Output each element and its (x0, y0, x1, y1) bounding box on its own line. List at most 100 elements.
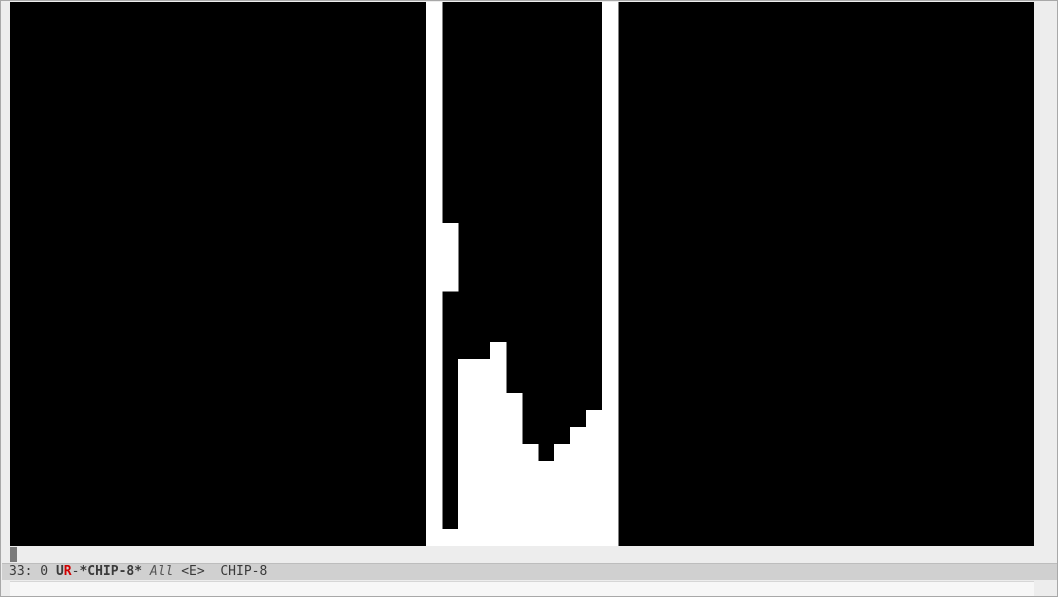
chip8-pixel (426, 53, 443, 71)
chip8-pixel (522, 461, 539, 479)
chip8-pixel (426, 36, 443, 54)
chip8-pixel (602, 376, 619, 394)
chip8-pixel (490, 478, 507, 496)
chip8-pixel (458, 512, 475, 530)
chip8-pixel (474, 512, 491, 530)
chip8-pixel (586, 427, 603, 445)
chip8-pixel (426, 291, 443, 309)
chip8-pixel (458, 393, 475, 411)
chip8-pixel (522, 495, 539, 513)
chip8-pixel (554, 529, 571, 546)
chip8-pixel (426, 19, 443, 37)
chip8-pixel (426, 138, 443, 156)
chip8-pixel (602, 393, 619, 411)
minibuffer[interactable] (10, 581, 1034, 596)
chip8-pixel (458, 529, 475, 546)
chip8-pixel (602, 359, 619, 377)
chip8-pixel (602, 70, 619, 88)
chip8-pixel (554, 461, 571, 479)
chip8-pixel (490, 444, 507, 462)
chip8-pixel (458, 444, 475, 462)
text-cursor (10, 547, 17, 562)
chip8-pixel (426, 87, 443, 105)
chip8-pixel (426, 70, 443, 88)
chip8-pixel (602, 121, 619, 139)
chip8-pixel (458, 359, 475, 377)
chip8-pixel (538, 461, 555, 479)
chip8-pixel (586, 495, 603, 513)
chip8-pixel (426, 257, 443, 275)
chip8-pixel (426, 495, 443, 513)
chip8-pixel (522, 444, 539, 462)
chip8-pixel (602, 478, 619, 496)
mode-line[interactable]: 33: 0 UR-*CHIP-8* All <E> CHIP-8 (2, 563, 1057, 580)
chip8-pixel (474, 427, 491, 445)
chip8-display[interactable] (10, 2, 1034, 546)
chip8-pixel (442, 223, 459, 241)
chip8-pixel (442, 240, 459, 258)
emacs-frame: 33: 0 UR-*CHIP-8* All <E> CHIP-8 (0, 0, 1058, 597)
chip8-pixel (602, 427, 619, 445)
chip8-pixel (602, 206, 619, 224)
chip8-pixel (474, 359, 491, 377)
chip8-pixel (602, 53, 619, 71)
chip8-pixel (602, 529, 619, 546)
mode-line-major-mode[interactable]: CHIP-8 (220, 564, 267, 579)
chip8-pixel (426, 2, 443, 20)
chip8-pixel (426, 240, 443, 258)
chip8-pixel (554, 512, 571, 530)
chip8-pixel (426, 376, 443, 394)
chip8-pixel (490, 512, 507, 530)
chip8-pixel (474, 376, 491, 394)
mode-line-buffer-name[interactable]: *CHIP-8* (79, 564, 142, 579)
chip8-pixel (538, 495, 555, 513)
chip8-pixel (458, 478, 475, 496)
mode-line-scroll-indicator: All (149, 564, 174, 579)
chip8-pixel (570, 478, 587, 496)
chip8-pixel (506, 495, 523, 513)
chip8-pixel (602, 87, 619, 105)
chip8-pixel (586, 410, 603, 428)
chip8-pixel (602, 189, 619, 207)
chip8-pixel (602, 138, 619, 156)
chip8-pixel (602, 444, 619, 462)
chip8-pixel-canvas (426, 2, 619, 546)
right-fringe (1034, 2, 1056, 546)
chip8-pixel (490, 529, 507, 546)
chip8-pixel (586, 529, 603, 546)
mode-line-modified-flag[interactable]: R (64, 564, 72, 579)
mode-line-coding-system[interactable]: U (56, 564, 64, 579)
chip8-pixel (426, 478, 443, 496)
chip8-pixel (506, 478, 523, 496)
chip8-pixel (426, 325, 443, 343)
chip8-pixel (602, 461, 619, 479)
chip8-pixel (474, 410, 491, 428)
chip8-pixel (458, 376, 475, 394)
chip8-pixel (474, 393, 491, 411)
chip8-pixel (490, 342, 507, 360)
chip8-pixel (426, 427, 443, 445)
chip8-pixel (570, 461, 587, 479)
chip8-pixel (602, 410, 619, 428)
chip8-pixel (458, 427, 475, 445)
chip8-pixel (490, 359, 507, 377)
chip8-pixel (506, 529, 523, 546)
chip8-pixel (458, 410, 475, 428)
chip8-pixel (602, 240, 619, 258)
chip8-pixel (474, 461, 491, 479)
chip8-pixel (426, 359, 443, 377)
chip8-pixel (490, 495, 507, 513)
chip8-pixel (522, 512, 539, 530)
chip8-pixel (442, 257, 459, 275)
chip8-pixel (602, 104, 619, 122)
chip8-pixel (458, 495, 475, 513)
chip8-pixel (474, 495, 491, 513)
mode-line-position: 33: 0 (9, 564, 49, 579)
chip8-pixel (506, 461, 523, 479)
chip8-pixel (602, 172, 619, 190)
mode-line-evil-state[interactable]: <E> (181, 564, 204, 579)
chip8-pixel (602, 342, 619, 360)
chip8-pixel (522, 478, 539, 496)
chip8-pixel (490, 461, 507, 479)
chip8-pixel (538, 478, 555, 496)
